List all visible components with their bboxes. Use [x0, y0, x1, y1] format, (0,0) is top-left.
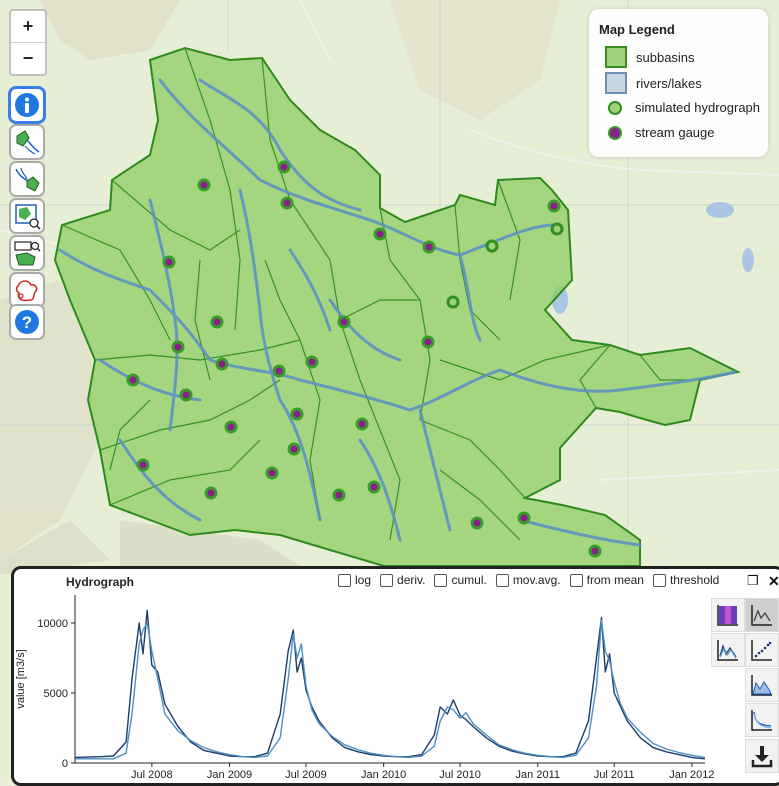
zoom-control: + − [9, 9, 47, 76]
hydrograph-options: log deriv. cumul. mov.avg. from mean thr… [338, 573, 728, 587]
option-label: mov.avg. [512, 573, 561, 587]
gauge-marker-icon [608, 125, 622, 140]
from-mean-checkbox[interactable] [569, 573, 583, 587]
info-icon [15, 93, 39, 117]
option-label: from mean [586, 573, 644, 587]
area-plot-icon [751, 675, 772, 696]
color-plot-button[interactable] [711, 598, 745, 632]
legend-item-subbasins: subbasins [605, 46, 695, 68]
river-swatch-icon [605, 72, 627, 94]
hydrograph-icon [717, 640, 738, 661]
option-threshold[interactable]: threshold [652, 573, 720, 587]
legend-item-simulated: simulated hydrograph [605, 100, 760, 115]
zoom-out-button[interactable]: − [11, 42, 45, 74]
x-tick-label: Jul 2009 [285, 769, 327, 781]
legend-label: subbasins [636, 49, 695, 65]
x-tick-label: Jan 2012 [669, 769, 714, 781]
option-label: threshold [669, 573, 720, 587]
help-button[interactable]: ? [9, 304, 45, 340]
y-tick-label: 0 [62, 758, 68, 770]
hydrograph-chart: 0 5000 10000 Jul 2008 Jan 2009 Jul 2009 Jan 20… [15, 595, 715, 781]
legend-label: simulated hydrograph [635, 100, 761, 115]
legend-label: rivers/lakes [636, 75, 702, 91]
option-movavg[interactable]: mov.avg. [495, 573, 561, 587]
series-line-1 [75, 619, 706, 760]
draw-outline-button[interactable] [9, 272, 45, 308]
option-label: deriv. [397, 573, 426, 587]
x-tick-label: Jan 2009 [207, 769, 252, 781]
subbasin-swatch-icon [605, 46, 627, 68]
close-button[interactable]: ✕ [768, 573, 779, 590]
log-checkbox[interactable] [338, 573, 351, 587]
y-tick-label: 5000 [44, 688, 68, 700]
map-legend: Map Legend subbasins rivers/lakes simula… [589, 9, 768, 157]
series-line-0 [74, 609, 706, 760]
maximize-button[interactable]: ❐ [747, 573, 759, 589]
info-button[interactable] [9, 87, 45, 123]
y-tick-label: 10000 [37, 618, 68, 630]
exceedance-button[interactable] [745, 703, 779, 737]
option-deriv[interactable]: deriv. [380, 573, 425, 587]
threshold-checkbox[interactable] [652, 573, 666, 587]
scatter-plot-button[interactable] [745, 633, 779, 667]
download-icon [751, 746, 773, 768]
line-plot-icon [751, 605, 772, 626]
river-select-button[interactable] [9, 161, 45, 197]
legend-label: stream gauge [635, 125, 715, 140]
cumul-checkbox[interactable] [434, 573, 448, 587]
deriv-checkbox[interactable] [380, 573, 394, 587]
option-label: cumul. [451, 573, 487, 587]
download-button[interactable] [745, 739, 779, 773]
exceedance-icon [751, 710, 772, 731]
color-plot-icon [717, 605, 738, 626]
x-tick-label: Jul 2011 [594, 769, 635, 781]
legend-item-gauge: stream gauge [605, 125, 715, 140]
x-tick-label: Jan 2010 [361, 769, 406, 781]
zoom-subbasin-button[interactable] [9, 198, 45, 234]
zoom-subbasin-icon [15, 204, 41, 230]
svg-text:?: ? [22, 313, 32, 332]
subbasin-select-button[interactable] [9, 124, 45, 160]
subbasin-select-icon [16, 130, 40, 155]
legend-title: Map Legend [599, 22, 675, 37]
x-tick-label: Jul 2010 [439, 769, 481, 781]
option-log[interactable]: log [338, 573, 371, 587]
river-select-icon [15, 167, 40, 192]
option-from-mean[interactable]: from mean [569, 573, 644, 587]
draw-outline-icon [15, 280, 38, 302]
scatter-plot-icon [751, 640, 772, 661]
hydrograph-panel: 0 5000 10000 Jul 2008 Jan 2009 Jul 2009 Jan 20… [11, 566, 779, 786]
hydrograph-title: Hydrograph [66, 575, 135, 589]
x-tick-label: Jul 2008 [131, 769, 173, 781]
zoom-extent-button[interactable] [9, 235, 45, 271]
legend-item-rivers: rivers/lakes [605, 72, 702, 94]
option-cumul[interactable]: cumul. [434, 573, 487, 587]
option-label: log [355, 573, 372, 587]
line-plot-button[interactable] [745, 598, 779, 632]
movavg-checkbox[interactable] [495, 573, 509, 587]
zoom-in-button[interactable]: + [11, 11, 45, 42]
y-axis-label: value [m3/s] [15, 649, 27, 708]
hydrograph-button[interactable] [711, 633, 745, 667]
x-tick-label: Jan 2011 [516, 769, 560, 781]
help-icon: ? [15, 310, 39, 334]
zoom-extent-icon [14, 241, 41, 266]
simulated-marker-icon [608, 100, 622, 115]
area-plot-button[interactable] [745, 668, 779, 702]
